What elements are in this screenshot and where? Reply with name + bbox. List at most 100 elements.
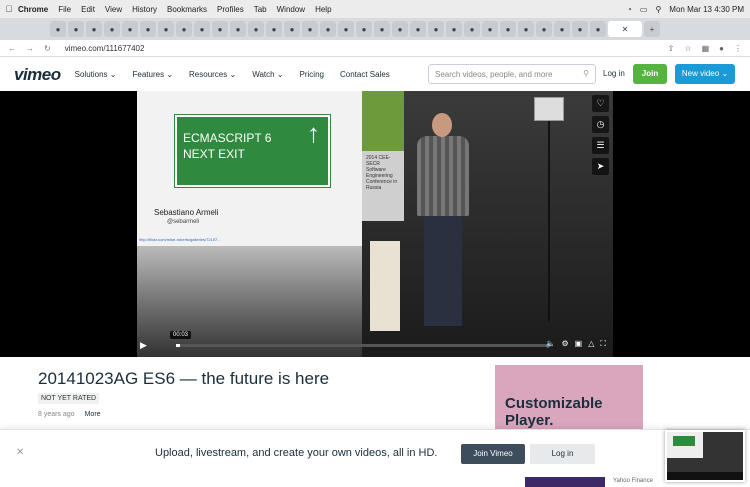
watch-later-clock-icon[interactable]: ◷	[592, 116, 609, 133]
video-meta: 8 years ago More	[38, 411, 101, 418]
tab-favicon-icon[interactable]: ●	[428, 21, 444, 37]
tab-favicon-icon[interactable]: ●	[140, 21, 156, 37]
play-icon[interactable]: ▶	[140, 340, 158, 351]
tab-favicon-icon[interactable]: ●	[536, 21, 552, 37]
tab-favicon-icon[interactable]: ●	[356, 21, 372, 37]
chevron-down-icon: ⌄	[166, 70, 174, 79]
new-video-button[interactable]: New video ⌄	[675, 64, 735, 84]
tab-favicon-icon[interactable]: ●	[158, 21, 174, 37]
url-field[interactable]: vimeo.com/111677402	[65, 44, 145, 53]
tab-favicon-icon[interactable]: ●	[464, 21, 480, 37]
banner-login-button[interactable]: Log in	[530, 444, 595, 464]
menu-window[interactable]: Window	[277, 5, 305, 14]
join-vimeo-button[interactable]: Join Vimeo	[461, 444, 525, 464]
forward-icon[interactable]: →	[26, 44, 34, 53]
video-player[interactable]: ECMASCRIPT 6 NEXT EXIT ↑ Sebastiano Arme…	[0, 91, 750, 357]
tab-favicon-icon[interactable]: ●	[194, 21, 210, 37]
active-tab[interactable]: ✕	[608, 21, 642, 37]
pip-icon[interactable]: ▣	[575, 339, 583, 349]
progress-track[interactable]	[176, 344, 548, 347]
tab-favicon-icon[interactable]: ●	[104, 21, 120, 37]
tab-favicon-icon[interactable]: ●	[248, 21, 264, 37]
tab-favicon-icon[interactable]: ●	[572, 21, 588, 37]
nav-pricing[interactable]: Pricing	[300, 70, 324, 79]
sign-line-2: NEXT EXIT	[183, 147, 245, 161]
back-icon[interactable]: ←	[8, 44, 16, 53]
tab-favicon-icon[interactable]: ●	[50, 21, 66, 37]
join-button[interactable]: Join	[633, 64, 667, 84]
reload-icon[interactable]: ↻	[44, 44, 51, 53]
menu-tab[interactable]: Tab	[254, 5, 267, 14]
profile-avatar[interactable]: ●	[719, 44, 724, 53]
video-title: 20141023AG ES6 — the future is here	[38, 369, 330, 388]
login-link[interactable]: Log in	[603, 69, 625, 78]
share-send-icon[interactable]: ➤	[592, 158, 609, 175]
tab-favicon-icon[interactable]: ●	[320, 21, 336, 37]
search-input[interactable]: Search videos, people, and more ⚲	[428, 64, 596, 84]
thumbnail-image[interactable]	[525, 477, 605, 487]
collections-stack-icon[interactable]: ☰	[592, 137, 609, 154]
video-frame[interactable]: ECMASCRIPT 6 NEXT EXIT ↑ Sebastiano Arme…	[137, 91, 613, 357]
like-heart-icon[interactable]: ♡	[592, 95, 609, 112]
mini-player-preview[interactable]	[665, 430, 745, 482]
tab-favicon-icon[interactable]: ●	[590, 21, 606, 37]
nav-watch[interactable]: Watch ⌄	[252, 70, 283, 79]
search-icon[interactable]: ⚲	[655, 5, 661, 14]
clock-text[interactable]: Mon Mar 13 4:30 PM	[669, 5, 744, 14]
yahoo-finance-label[interactable]: Yahoo Finance	[613, 478, 653, 484]
tab-favicon-icon[interactable]: ●	[68, 21, 84, 37]
tab-favicon-icon[interactable]: ●	[338, 21, 354, 37]
close-icon[interactable]: ✕	[16, 447, 24, 458]
tab-favicon-icon[interactable]: ●	[86, 21, 102, 37]
tab-favicon-icon[interactable]: ●	[374, 21, 390, 37]
volume-icon[interactable]: 🔈	[546, 339, 556, 349]
banner-message: Upload, livestream, and create your own …	[155, 447, 438, 459]
tab-favicon-icon[interactable]: ●	[302, 21, 318, 37]
tab-strip: ● ● ● ● ● ● ● ● ● ● ● ● ● ● ● ● ● ● ● ● …	[0, 18, 750, 40]
nav-resources[interactable]: Resources ⌄	[189, 70, 236, 79]
tab-favicon-icon[interactable]: ●	[392, 21, 408, 37]
mini-sign	[673, 436, 695, 446]
tab-favicon-icon[interactable]: ●	[446, 21, 462, 37]
wifi-icon[interactable]: ◔	[627, 5, 632, 14]
nav-features[interactable]: Features ⌄	[133, 70, 174, 79]
bookmark-star-icon[interactable]: ☆	[684, 44, 691, 53]
monitor-stand	[548, 121, 550, 321]
share-icon[interactable]: ⇧	[668, 44, 675, 53]
tab-favicon-icon[interactable]: ●	[500, 21, 516, 37]
tab-favicon-icon[interactable]: ●	[230, 21, 246, 37]
extensions-icon[interactable]: ▦	[702, 44, 710, 53]
browser-menu-icon[interactable]: ⋮	[734, 44, 742, 53]
menu-edit[interactable]: Edit	[81, 5, 95, 14]
menu-history[interactable]: History	[132, 5, 157, 14]
sidebar-ad[interactable]: Customizable Player.	[495, 365, 643, 435]
menu-profiles[interactable]: Profiles	[217, 5, 244, 14]
page-bottom: Yahoo Finance	[0, 477, 750, 487]
menu-file[interactable]: File	[58, 5, 71, 14]
nav-contact-sales[interactable]: Contact Sales	[340, 70, 390, 79]
menu-view[interactable]: View	[105, 5, 122, 14]
search-icon[interactable]: ⚲	[583, 69, 589, 78]
more-link[interactable]: More	[85, 411, 101, 418]
menu-bookmarks[interactable]: Bookmarks	[167, 5, 207, 14]
tab-favicon-icon[interactable]: ●	[122, 21, 138, 37]
tab-favicon-icon[interactable]: ●	[518, 21, 534, 37]
settings-gear-icon[interactable]: ⚙	[562, 339, 569, 349]
tab-favicon-icon[interactable]: ●	[410, 21, 426, 37]
battery-icon[interactable]: ▭	[640, 5, 648, 14]
airplay-icon[interactable]: △	[588, 339, 594, 349]
new-tab-icon[interactable]: +	[644, 21, 660, 37]
browser-tools: ⇧ ☆ ▦ ● ⋮	[668, 44, 742, 53]
tab-favicon-icon[interactable]: ●	[212, 21, 228, 37]
tab-favicon-icon[interactable]: ●	[266, 21, 282, 37]
tab-favicon-icon[interactable]: ●	[554, 21, 570, 37]
menu-app-name[interactable]: Chrome	[18, 5, 48, 14]
tab-favicon-icon[interactable]: ●	[482, 21, 498, 37]
tab-favicon-icon[interactable]: ●	[284, 21, 300, 37]
nav-solutions[interactable]: Solutions ⌄	[75, 70, 117, 79]
fullscreen-icon[interactable]: ⛶	[600, 339, 606, 349]
tab-favicon-icon[interactable]: ●	[176, 21, 192, 37]
vimeo-logo[interactable]: vimeo	[14, 65, 61, 85]
apple-icon[interactable]: 	[0, 4, 18, 14]
menu-help[interactable]: Help	[315, 5, 331, 14]
